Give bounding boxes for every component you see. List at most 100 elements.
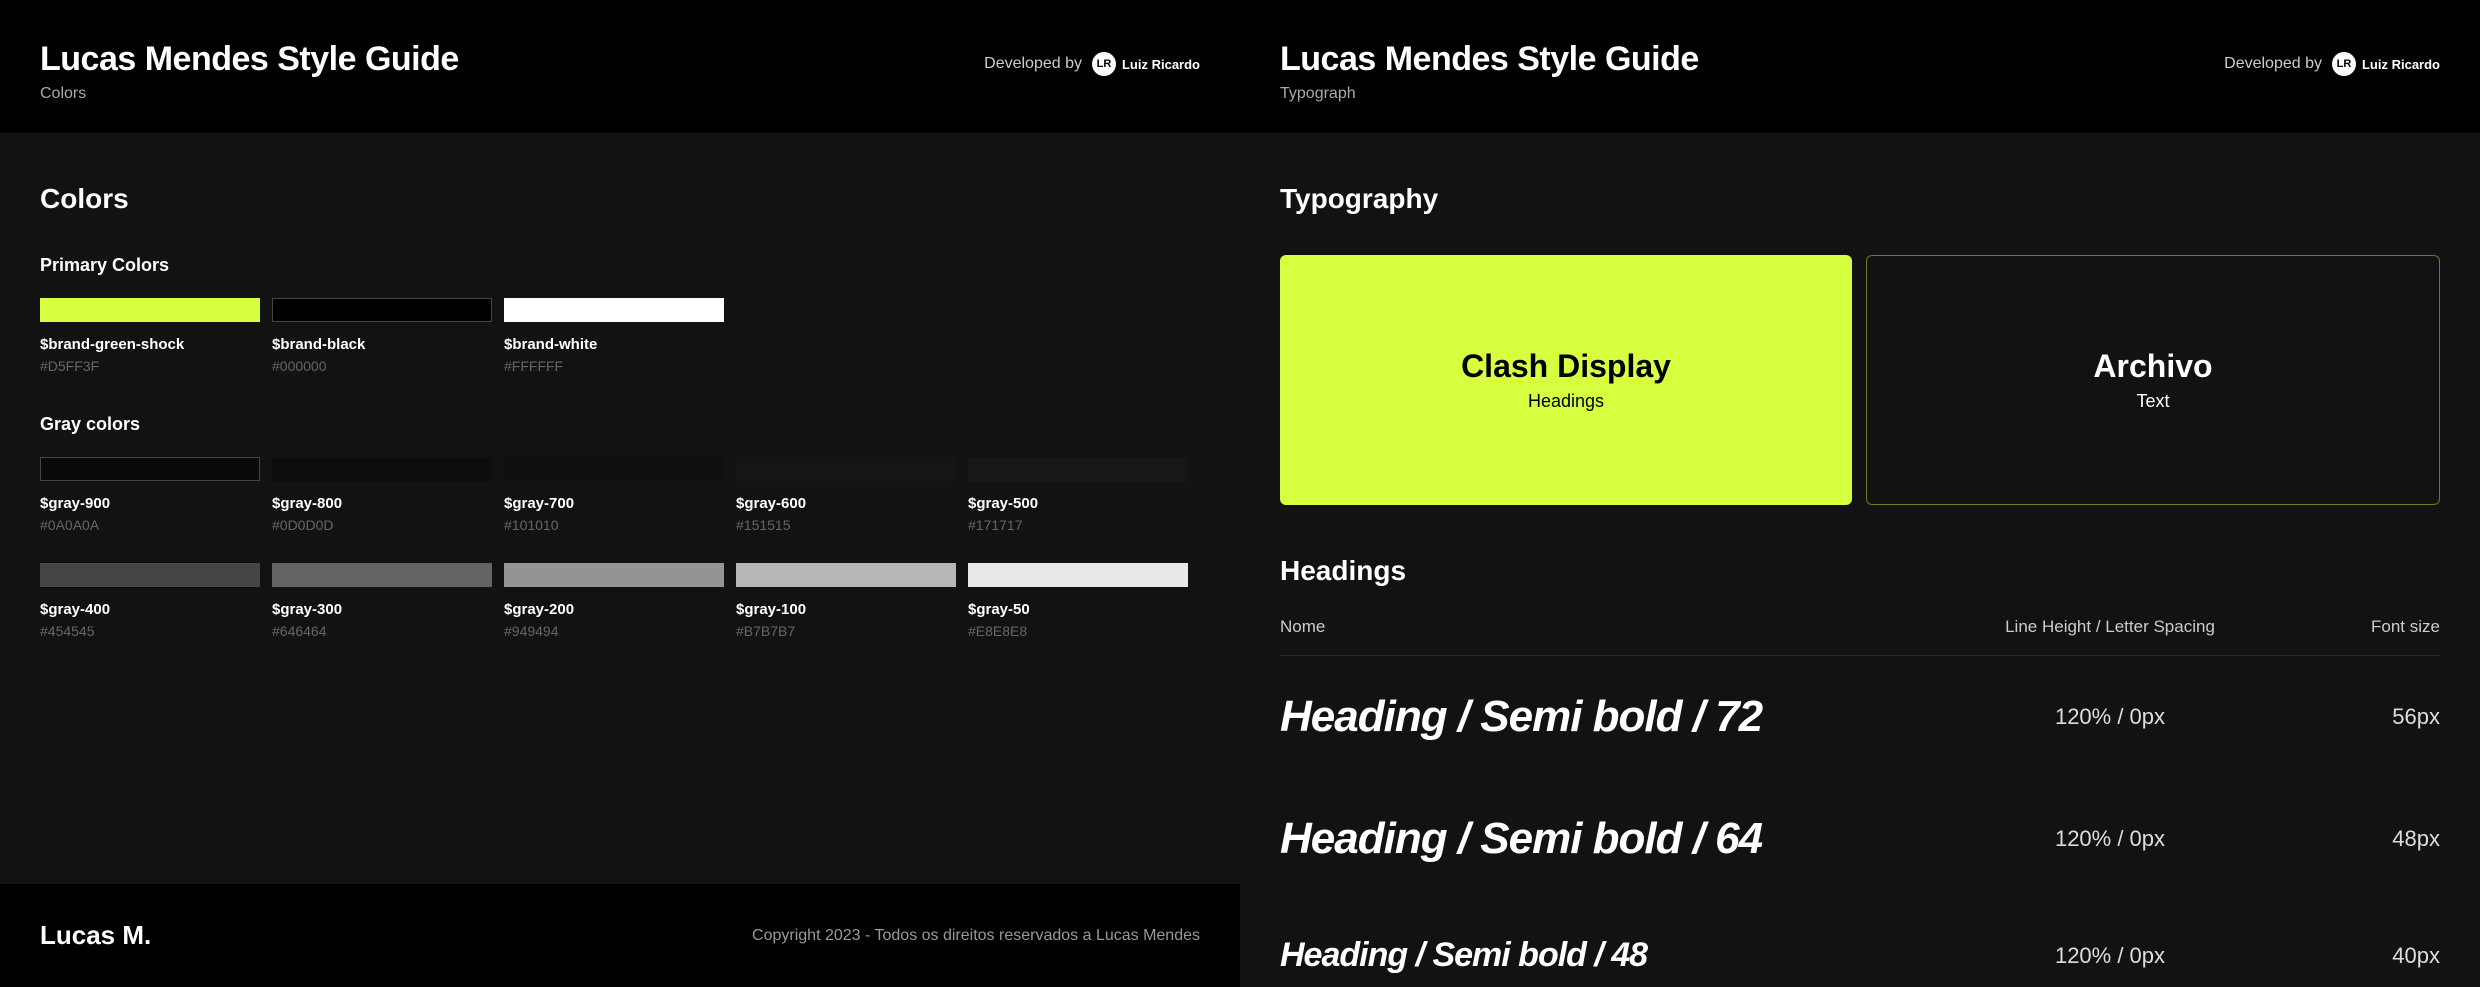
col-header-fontsize: Font size bbox=[2260, 617, 2440, 637]
swatch-color bbox=[40, 298, 260, 322]
swatch-hex: #0D0D0D bbox=[272, 517, 492, 533]
heading-sample: Heading / Semi bold / 64 bbox=[1280, 814, 1960, 864]
heading-sample: Heading / Semi bold / 48 bbox=[1280, 936, 1960, 975]
author-initials-icon: LR bbox=[2332, 52, 2356, 76]
swatch-hex: #101010 bbox=[504, 517, 724, 533]
heading-fontsize: 40px bbox=[2260, 943, 2440, 969]
developed-by-block: Developed by LR Luiz Ricardo bbox=[984, 52, 1200, 76]
swatch-name: $gray-100 bbox=[736, 601, 956, 618]
swatch-gray-400: $gray-400 #454545 bbox=[40, 563, 260, 639]
swatch-gray-50: $gray-50 #E8E8E8 bbox=[968, 563, 1188, 639]
header-title-block: Lucas Mendes Style Guide Typograph bbox=[1280, 40, 1699, 103]
typography-section-title: Typography bbox=[1280, 183, 2440, 215]
swatch-color bbox=[736, 457, 956, 481]
colors-section-title: Colors bbox=[40, 183, 1200, 215]
heading-fontsize: 48px bbox=[2260, 826, 2440, 852]
headings-table-header: Nome Line Height / Letter Spacing Font s… bbox=[1280, 617, 2440, 656]
swatch-color bbox=[504, 457, 724, 481]
font-role: Text bbox=[2136, 391, 2169, 412]
swatch-color bbox=[968, 457, 1188, 481]
font-name: Clash Display bbox=[1461, 348, 1671, 385]
swatch-color bbox=[40, 563, 260, 587]
heading-row-64: Heading / Semi bold / 64 120% / 0px 48px bbox=[1280, 778, 2440, 900]
gray-row-1: $gray-900 #0A0A0A $gray-800 #0D0D0D $gra… bbox=[40, 457, 1200, 533]
developed-by-label: Developed by bbox=[984, 55, 1082, 73]
swatch-name: $gray-700 bbox=[504, 495, 724, 512]
swatch-hex: #FFFFFF bbox=[504, 358, 724, 374]
swatch-name: $gray-300 bbox=[272, 601, 492, 618]
heading-fontsize: 56px bbox=[2260, 704, 2440, 730]
font-role: Headings bbox=[1528, 391, 1604, 412]
headings-section-title: Headings bbox=[1280, 555, 2440, 587]
swatch-color bbox=[504, 298, 724, 322]
author-initials-icon: LR bbox=[1092, 52, 1116, 76]
swatch-hex: #000000 bbox=[272, 358, 492, 374]
typography-panel: Lucas Mendes Style Guide Typograph Devel… bbox=[1240, 0, 2480, 987]
swatch-gray-500: $gray-500 #171717 bbox=[968, 457, 1188, 533]
swatch-name: $gray-600 bbox=[736, 495, 956, 512]
swatch-hex: #171717 bbox=[968, 517, 1188, 533]
col-header-name: Nome bbox=[1280, 617, 1960, 637]
page-subtitle: Typograph bbox=[1280, 85, 1699, 103]
typography-content: Typography Clash Display Headings Archiv… bbox=[1240, 133, 2480, 987]
swatch-color bbox=[736, 563, 956, 587]
swatch-color bbox=[40, 457, 260, 481]
swatch-hex: #D5FF3F bbox=[40, 358, 260, 374]
swatch-name: $gray-500 bbox=[968, 495, 1188, 512]
swatch-brand-green-shock: $brand-green-shock #D5FF3F bbox=[40, 298, 260, 374]
colors-panel: Lucas Mendes Style Guide Colors Develope… bbox=[0, 0, 1240, 987]
page-title: Lucas Mendes Style Guide bbox=[40, 40, 459, 79]
developed-by-label: Developed by bbox=[2224, 55, 2322, 73]
font-card-archivo: Archivo Text bbox=[1866, 255, 2440, 505]
heading-lineheight: 120% / 0px bbox=[1960, 826, 2260, 852]
swatch-name: $brand-white bbox=[504, 336, 724, 353]
swatch-name: $gray-800 bbox=[272, 495, 492, 512]
author-name: Luiz Ricardo bbox=[1122, 57, 1200, 72]
swatch-gray-800: $gray-800 #0D0D0D bbox=[272, 457, 492, 533]
swatch-hex: #0A0A0A bbox=[40, 517, 260, 533]
swatch-name: $brand-green-shock bbox=[40, 336, 260, 353]
author-name: Luiz Ricardo bbox=[2362, 57, 2440, 72]
heading-row-48: Heading / Semi bold / 48 120% / 0px 40px bbox=[1280, 900, 2440, 987]
swatch-color bbox=[504, 563, 724, 587]
swatch-gray-700: $gray-700 #101010 bbox=[504, 457, 724, 533]
swatch-name: $brand-black bbox=[272, 336, 492, 353]
colors-content: Colors Primary Colors $brand-green-shock… bbox=[0, 133, 1240, 884]
primary-colors-row: $brand-green-shock #D5FF3F $brand-black … bbox=[40, 298, 1200, 374]
swatch-name: $gray-50 bbox=[968, 601, 1188, 618]
footer-logo: Lucas M. bbox=[40, 920, 151, 951]
developed-by-block: Developed by LR Luiz Ricardo bbox=[2224, 52, 2440, 76]
swatch-gray-300: $gray-300 #646464 bbox=[272, 563, 492, 639]
heading-sample: Heading / Semi bold / 72 bbox=[1280, 692, 1960, 742]
gray-colors-title: Gray colors bbox=[40, 414, 1200, 435]
page-subtitle: Colors bbox=[40, 85, 459, 103]
swatch-hex: #949494 bbox=[504, 623, 724, 639]
header-left: Lucas Mendes Style Guide Colors Develope… bbox=[0, 0, 1240, 133]
swatch-name: $gray-400 bbox=[40, 601, 260, 618]
author-badge: LR Luiz Ricardo bbox=[2332, 52, 2440, 76]
swatch-gray-900: $gray-900 #0A0A0A bbox=[40, 457, 260, 533]
swatch-hex: #E8E8E8 bbox=[968, 623, 1188, 639]
swatch-color bbox=[272, 298, 492, 322]
font-card-clash-display: Clash Display Headings bbox=[1280, 255, 1852, 505]
swatch-hex: #151515 bbox=[736, 517, 956, 533]
swatch-name: $gray-900 bbox=[40, 495, 260, 512]
page-title: Lucas Mendes Style Guide bbox=[1280, 40, 1699, 79]
swatch-color bbox=[272, 563, 492, 587]
swatch-brand-white: $brand-white #FFFFFF bbox=[504, 298, 724, 374]
author-badge: LR Luiz Ricardo bbox=[1092, 52, 1200, 76]
swatch-gray-200: $gray-200 #949494 bbox=[504, 563, 724, 639]
col-header-lineheight: Line Height / Letter Spacing bbox=[1960, 617, 2260, 637]
gray-row-2: $gray-400 #454545 $gray-300 #646464 $gra… bbox=[40, 563, 1200, 639]
font-name: Archivo bbox=[2093, 348, 2212, 385]
footer-copyright: Copyright 2023 - Todos os direitos reser… bbox=[752, 927, 1200, 945]
heading-row-72: Heading / Semi bold / 72 120% / 0px 56px bbox=[1280, 656, 2440, 778]
footer: Lucas M. Copyright 2023 - Todos os direi… bbox=[0, 884, 1240, 987]
swatch-color bbox=[272, 457, 492, 481]
primary-colors-title: Primary Colors bbox=[40, 255, 1200, 276]
swatch-gray-100: $gray-100 #B7B7B7 bbox=[736, 563, 956, 639]
heading-lineheight: 120% / 0px bbox=[1960, 943, 2260, 969]
swatch-gray-600: $gray-600 #151515 bbox=[736, 457, 956, 533]
font-cards: Clash Display Headings Archivo Text bbox=[1280, 255, 2440, 505]
heading-lineheight: 120% / 0px bbox=[1960, 704, 2260, 730]
